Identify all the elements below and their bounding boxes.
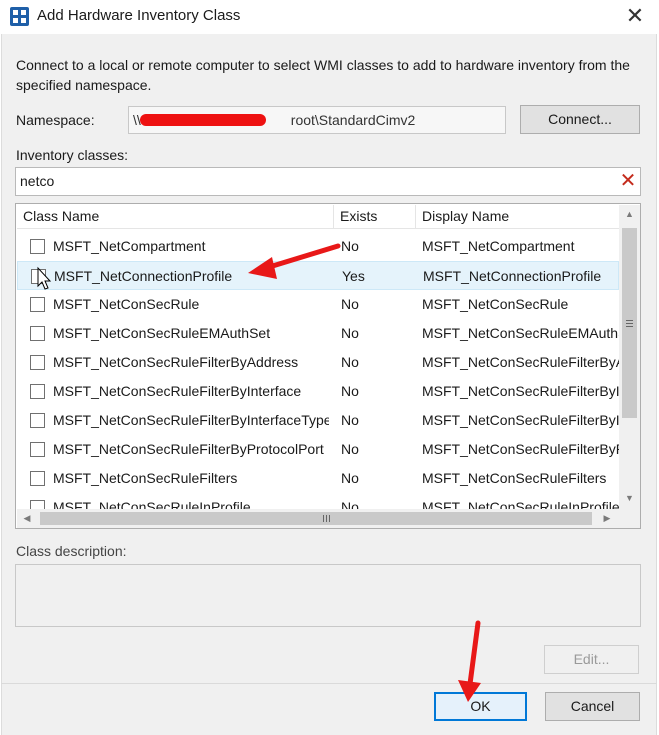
table-row[interactable]: MSFT_NetConSecRuleFilterByInterfaceType N… <box>17 406 619 435</box>
table-row[interactable]: MSFT_NetCompartment No MSFT_NetCompartment <box>17 232 619 261</box>
ok-button[interactable]: OK <box>434 692 527 721</box>
cell-class-name: MSFT_NetConSecRuleFilterByProtocolPort <box>53 441 324 457</box>
row-checkbox[interactable] <box>30 384 45 399</box>
button-separator <box>1 683 657 684</box>
cell-display-name: MSFT_NetConnectionProfile <box>423 268 602 284</box>
inventory-classes-label: Inventory classes: <box>16 147 129 163</box>
table-row[interactable]: MSFT_NetConSecRuleEMAuthSet No MSFT_NetCon… <box>17 319 619 348</box>
table-row[interactable]: MSFT_NetConSecRuleFilters No MSFT_NetConSe… <box>17 464 619 493</box>
table-row[interactable]: MSFT_NetConSecRuleFilterByInterface No MSF… <box>17 377 619 406</box>
table-row[interactable]: MSFT_NetConSecRuleFilterByAddress No MSFT_… <box>17 348 619 377</box>
cell-exists: Yes <box>342 268 365 284</box>
edit-button[interactable]: Edit... <box>544 645 639 674</box>
scroll-right-icon[interactable]: ▶ <box>597 509 617 528</box>
cell-display-name: MSFT_NetConSecRuleFilterByInterface <box>422 383 619 399</box>
list-header: Class Name Exists Display Name <box>17 205 619 229</box>
cell-display-name: MSFT_NetConSecRule <box>422 296 569 312</box>
cell-class-name: MSFT_NetConnectionProfile <box>54 268 233 284</box>
horizontal-scroll-thumb[interactable] <box>40 512 592 525</box>
cell-display-name: MSFT_NetConSecRuleFilterByAddress <box>422 354 619 370</box>
scroll-down-icon[interactable]: ▼ <box>619 489 640 508</box>
cell-class-name: MSFT_NetConSecRuleFilters <box>53 470 238 486</box>
cell-class-name: MSFT_NetConSecRuleFilterByInterface <box>53 383 302 399</box>
cell-class-name: MSFT_NetConSecRuleEMAuthSet <box>53 325 271 341</box>
column-header-exists[interactable]: Exists <box>334 205 416 228</box>
class-description-box <box>15 564 641 627</box>
clear-filter-icon[interactable]: ✕ <box>619 170 637 192</box>
cell-exists: No <box>341 470 359 486</box>
cell-exists: No <box>341 383 359 399</box>
row-checkbox[interactable] <box>30 471 45 486</box>
cell-class-name: MSFT_NetConSecRule <box>53 296 200 312</box>
cell-exists: No <box>341 441 359 457</box>
namespace-label: Namespace: <box>16 112 95 128</box>
cell-class-name: MSFT_NetCompartment <box>53 238 206 254</box>
connect-button[interactable]: Connect... <box>520 105 640 134</box>
row-checkbox[interactable] <box>31 269 46 284</box>
cell-class-name: MSFT_NetConSecRuleFilterByInterfaceType <box>53 412 329 428</box>
table-row[interactable]: MSFT_NetConSecRule No MSFT_NetConSecRule <box>17 290 619 319</box>
window-title: Add Hardware Inventory Class <box>37 7 241 24</box>
intro-text: Connect to a local or remote computer to… <box>16 57 630 93</box>
table-row[interactable]: MSFT_NetConnectionProfile Yes MSFT_NetConn… <box>17 261 619 290</box>
row-checkbox[interactable] <box>30 413 45 428</box>
row-checkbox[interactable] <box>30 442 45 457</box>
cancel-button[interactable]: Cancel <box>545 692 640 721</box>
cell-display-name: MSFT_NetCompartment <box>422 238 575 254</box>
column-header-class-name[interactable]: Class Name <box>17 205 334 228</box>
class-description-label: Class description: <box>16 543 127 559</box>
redaction-mark <box>140 114 266 126</box>
cell-display-name: MSFT_NetConSecRuleEMAuthSet <box>422 325 619 341</box>
scroll-left-icon[interactable]: ◀ <box>17 509 37 528</box>
row-checkbox[interactable] <box>30 326 45 341</box>
row-checkbox[interactable] <box>30 297 45 312</box>
cell-exists: No <box>341 238 359 254</box>
row-checkbox[interactable] <box>30 355 45 370</box>
scroll-up-icon[interactable]: ▲ <box>619 205 640 224</box>
close-icon[interactable]: ✕ <box>620 2 650 30</box>
cell-display-name: MSFT_NetConSecRuleFilters <box>422 470 607 486</box>
inventory-class-list[interactable]: Class Name Exists Display Name MSFT_NetC… <box>15 203 641 529</box>
title-bar: Add Hardware Inventory Class ✕ <box>0 0 659 34</box>
vertical-scroll-thumb[interactable] <box>622 228 637 418</box>
namespace-suffix: root\StandardCimv2 <box>290 112 416 128</box>
cell-exists: No <box>341 354 359 370</box>
column-header-display-name[interactable]: Display Name <box>416 205 620 228</box>
inventory-search-input[interactable]: netco <box>15 167 641 196</box>
cell-display-name: MSFT_NetConSecRuleFilterByInterfaceType <box>422 412 619 428</box>
cell-class-name: MSFT_NetConSecRuleFilterByAddress <box>53 354 299 370</box>
table-row[interactable]: MSFT_NetConSecRuleFilterByProtocolPort No… <box>17 435 619 464</box>
cell-exists: No <box>341 325 359 341</box>
row-checkbox[interactable] <box>30 239 45 254</box>
cell-exists: No <box>341 412 359 428</box>
cell-display-name: MSFT_NetConSecRuleFilterByProtocolPort <box>422 441 619 457</box>
cell-exists: No <box>341 296 359 312</box>
hardware-inventory-icon <box>10 7 29 26</box>
